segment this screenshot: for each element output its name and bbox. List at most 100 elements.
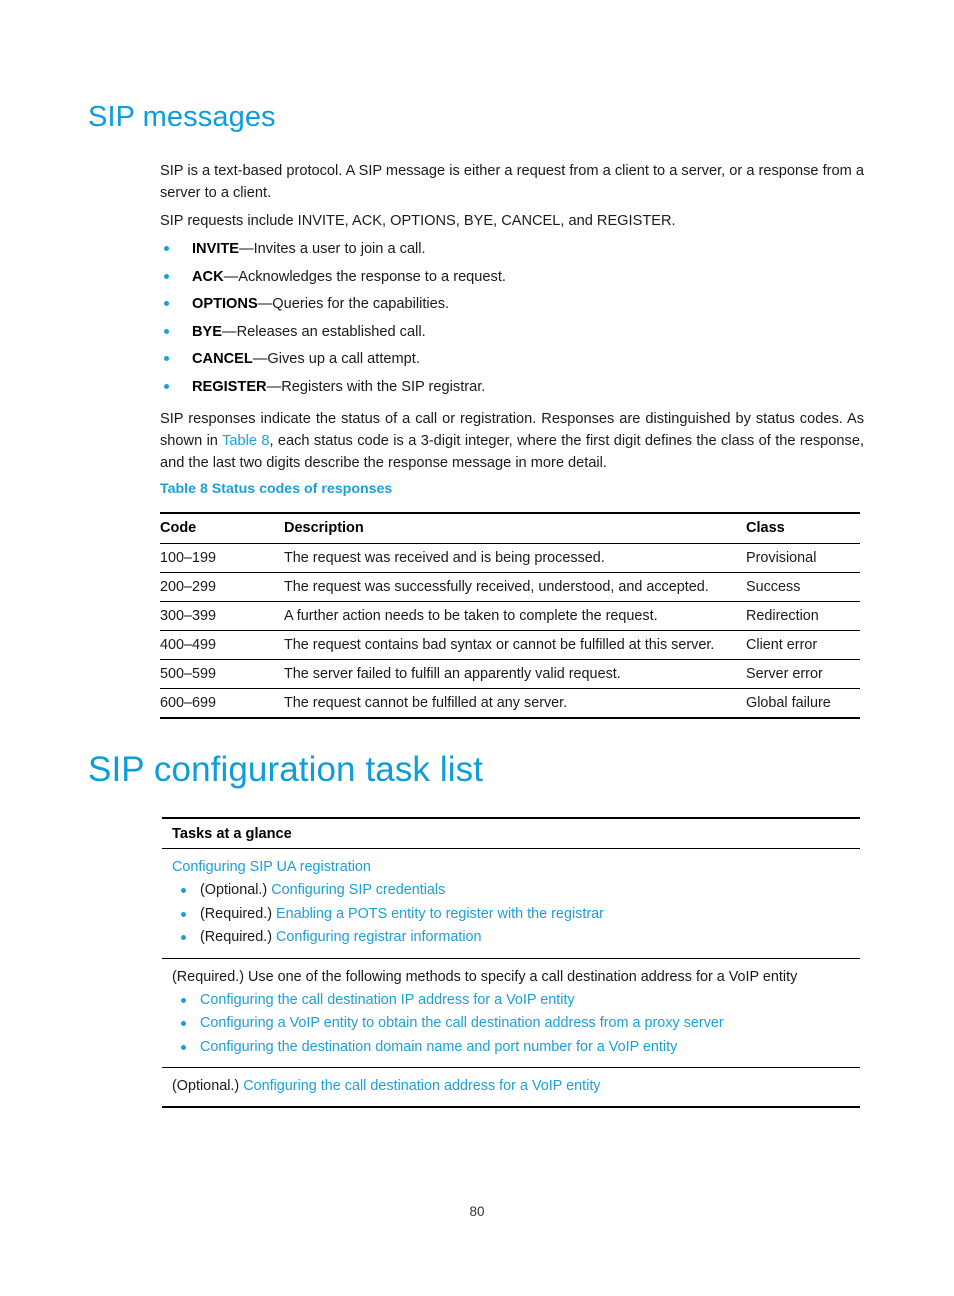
sip-request-list: INVITE—Invites a user to join a call. AC… bbox=[160, 238, 864, 403]
list-item-desc: Acknowledges the response to a request. bbox=[238, 268, 506, 285]
bullet-icon bbox=[181, 911, 186, 917]
cell-code: 600–699 bbox=[160, 688, 284, 719]
bullet-icon bbox=[181, 1044, 186, 1050]
cell-class: Global failure bbox=[746, 688, 860, 719]
bullet-icon bbox=[181, 888, 186, 893]
task-prefix: (Required.) bbox=[200, 929, 276, 945]
bullet-icon bbox=[181, 997, 186, 1003]
tasks-section: Configuring SIP UA registration (Optiona… bbox=[162, 849, 860, 959]
task-section-lead-required-methods: (Required.) Use one of the following met… bbox=[172, 968, 798, 985]
list-item-dash: — bbox=[239, 241, 254, 257]
table-header-row: Code Description Class bbox=[160, 512, 860, 544]
cell-code: 200–299 bbox=[160, 572, 284, 602]
tasks-section: (Optional.) Configuring the call destina… bbox=[162, 1068, 860, 1106]
list-item-term: INVITE bbox=[192, 241, 240, 257]
task-sublist: Configuring the call destination IP addr… bbox=[172, 989, 860, 1060]
list-item: Configuring a VoIP entity to obtain the … bbox=[172, 1012, 860, 1036]
list-item-term: BYE bbox=[192, 323, 223, 340]
task-link-call-destination-ip-address[interactable]: Configuring the call destination IP addr… bbox=[200, 992, 575, 1008]
table-caption-status-codes: Table 8 Status codes of responses bbox=[160, 481, 393, 497]
task-section-lead-optional: (Optional.) Configuring the call destina… bbox=[172, 1075, 860, 1098]
table-row: 100–199 The request was received and is … bbox=[160, 543, 860, 573]
column-header-description: Description bbox=[284, 512, 746, 544]
cell-class: Client error bbox=[746, 630, 860, 660]
task-prefix: (Optional.) bbox=[172, 1078, 244, 1094]
table-8-crossref-link[interactable]: Table 8 bbox=[222, 433, 269, 449]
bullet-icon bbox=[181, 1021, 186, 1026]
list-item: (Required.) Enabling a POTS entity to re… bbox=[172, 903, 860, 927]
bullet-icon bbox=[181, 935, 186, 940]
table-row: 500–599 The server failed to fulfill an … bbox=[160, 659, 860, 689]
cell-class: Provisional bbox=[746, 543, 860, 573]
page-number: 80 bbox=[469, 1204, 485, 1219]
list-item-desc: Invites a user to join a call. bbox=[253, 241, 426, 257]
status-codes-table: Code Description Class 100–199 The reque… bbox=[160, 512, 860, 719]
task-link-destination-domain-name-and-port[interactable]: Configuring the destination domain name … bbox=[200, 1039, 677, 1055]
list-item: REGISTER—Registers with the SIP registra… bbox=[160, 376, 864, 404]
cell-description: The server failed to fulfill an apparent… bbox=[284, 659, 746, 689]
list-item: ACK—Acknowledges the response to a reque… bbox=[160, 266, 864, 294]
paragraph-sip-intro: SIP is a text-based protocol. A SIP mess… bbox=[160, 163, 864, 201]
list-item-dash: — bbox=[257, 296, 273, 312]
cell-description: The request was successfully received, u… bbox=[284, 572, 746, 602]
cell-code: 100–199 bbox=[160, 543, 284, 573]
cell-description: A further action needs to be taken to co… bbox=[284, 601, 746, 631]
column-header-code: Code bbox=[160, 512, 284, 544]
bullet-icon bbox=[164, 273, 169, 279]
list-item-dash: — bbox=[252, 351, 268, 367]
document-page: SIP messages SIP is a text-based protoco… bbox=[0, 0, 954, 1296]
cell-description: The request cannot be fulfilled at any s… bbox=[284, 688, 746, 719]
list-item: OPTIONS—Queries for the capabilities. bbox=[160, 293, 864, 321]
task-link-configuring-sip-credentials[interactable]: Configuring SIP credentials bbox=[271, 882, 445, 898]
tasks-section: (Required.) Use one of the following met… bbox=[162, 959, 860, 1068]
table-row: 300–399 A further action needs to be tak… bbox=[160, 601, 860, 631]
paragraph-sip-responses: SIP responses indicate the status of a c… bbox=[160, 408, 864, 474]
column-header-class: Class bbox=[746, 512, 860, 544]
list-item-term: REGISTER bbox=[192, 378, 267, 395]
list-item-term: OPTIONS bbox=[192, 296, 258, 312]
tasks-at-a-glance-table: Tasks at a glance Configuring SIP UA reg… bbox=[162, 817, 860, 1108]
table-row: 400–499 The request contains bad syntax … bbox=[160, 630, 860, 660]
task-prefix: (Required.) bbox=[200, 905, 276, 922]
bullet-icon bbox=[164, 301, 169, 306]
list-item-term: CANCEL bbox=[192, 351, 253, 367]
tasks-table-header: Tasks at a glance bbox=[162, 819, 860, 849]
list-item-dash: — bbox=[266, 378, 282, 395]
table-row: 600–699 The request cannot be fulfilled … bbox=[160, 688, 860, 719]
table-row: 200–299 The request was successfully rec… bbox=[160, 572, 860, 602]
task-link-enabling-pots-entity-register[interactable]: Enabling a POTS entity to register with … bbox=[276, 906, 604, 922]
list-item: Configuring the call destination IP addr… bbox=[172, 989, 860, 1013]
paragraph-sip-requests: SIP requests include INVITE, ACK, OPTION… bbox=[160, 213, 676, 229]
cell-code: 500–599 bbox=[160, 659, 284, 689]
list-item: INVITE—Invites a user to join a call. bbox=[160, 238, 864, 266]
task-sublist: (Optional.) Configuring SIP credentials … bbox=[172, 879, 860, 950]
bullet-icon bbox=[164, 328, 169, 334]
bullet-icon bbox=[164, 246, 169, 251]
cell-description: The request was received and is being pr… bbox=[284, 543, 746, 573]
task-prefix: (Optional.) bbox=[200, 882, 272, 898]
task-link-configuring-registrar-information[interactable]: Configuring registrar information bbox=[276, 929, 482, 945]
cell-code: 300–399 bbox=[160, 601, 284, 631]
task-link-obtain-address-from-proxy-server[interactable]: Configuring a VoIP entity to obtain the … bbox=[200, 1015, 724, 1031]
cell-class: Redirection bbox=[746, 601, 860, 631]
list-item-dash: — bbox=[223, 268, 239, 285]
task-link-call-destination-address-voip-entity[interactable]: Configuring the call destination address… bbox=[243, 1078, 600, 1094]
cell-class: Success bbox=[746, 572, 860, 602]
bullet-icon bbox=[164, 383, 169, 389]
list-item: BYE—Releases an established call. bbox=[160, 321, 864, 349]
list-item-desc: Queries for the capabilities. bbox=[272, 296, 450, 312]
cell-description: The request contains bad syntax or canno… bbox=[284, 630, 746, 660]
list-item: Configuring the destination domain name … bbox=[172, 1036, 860, 1060]
list-item-desc: Registers with the SIP registrar. bbox=[281, 378, 486, 395]
bullet-icon bbox=[164, 356, 169, 361]
list-item-desc: Gives up a call attempt. bbox=[267, 351, 420, 367]
task-link-configuring-sip-ua-registration[interactable]: Configuring SIP UA registration bbox=[172, 856, 860, 879]
list-item: (Optional.) Configuring SIP credentials bbox=[172, 879, 860, 903]
cell-code: 400–499 bbox=[160, 630, 284, 660]
cell-class: Server error bbox=[746, 659, 860, 689]
list-item-dash: — bbox=[222, 323, 237, 340]
page-title-sip-configuration-task-list: SIP configuration task list bbox=[88, 750, 484, 789]
list-item: (Required.) Configuring registrar inform… bbox=[172, 926, 860, 950]
list-item-desc: Releases an established call. bbox=[236, 323, 426, 340]
page-title-sip-messages: SIP messages bbox=[88, 101, 276, 133]
